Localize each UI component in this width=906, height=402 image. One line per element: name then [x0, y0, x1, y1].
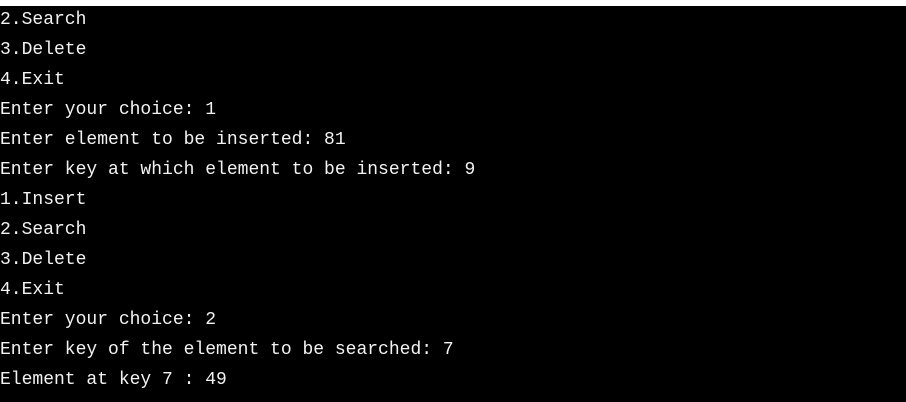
console-output: 2.Search 3.Delete 4.Exit Enter your choi…	[0, 9, 475, 399]
menu-item-exit: 4.Exit	[0, 70, 65, 90]
menu-item-search: 2.Search	[0, 10, 87, 30]
choice-prompt: Enter your choice: 2	[0, 310, 217, 330]
menu-item-search: 2.Search	[0, 220, 87, 240]
menu-item-exit: 4.Exit	[0, 280, 65, 300]
choice-prompt: Enter your choice: 1	[0, 100, 217, 120]
menu-item-delete: 3.Delete	[0, 250, 87, 270]
menu-item-insert: 1.Insert	[0, 190, 87, 210]
insert-key-prompt: Enter key at which element to be inserte…	[0, 160, 476, 180]
console-window[interactable]: 2.Search 3.Delete 4.Exit Enter your choi…	[0, 6, 906, 402]
search-key-prompt: Enter key of the element to be searched:…	[0, 340, 454, 360]
search-result: Element at key 7 : 49	[0, 370, 227, 390]
menu-item-delete: 3.Delete	[0, 40, 87, 60]
insert-element-prompt: Enter element to be inserted: 81	[0, 130, 346, 150]
